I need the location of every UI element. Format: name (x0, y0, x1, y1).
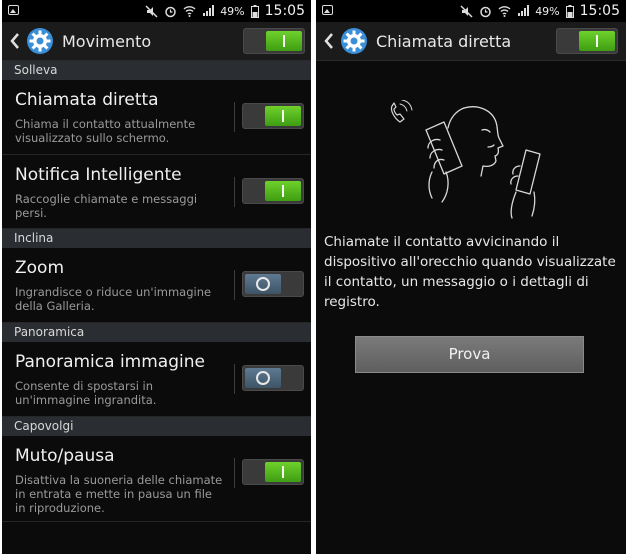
alarm-icon (165, 6, 176, 17)
setting-description: Disattiva la suoneria delle chiamate in … (15, 473, 223, 515)
master-toggle[interactable] (556, 28, 618, 54)
divider (234, 102, 235, 132)
setting-description: Raccoglie chiamate e messaggi persi. (15, 192, 198, 220)
toggle-chiamata-diretta[interactable] (242, 103, 304, 129)
action-bar: Movimento (2, 22, 311, 61)
toggle-panoramica-immagine[interactable] (242, 365, 304, 391)
try-button[interactable]: Prova (355, 336, 584, 373)
back-icon[interactable] (322, 31, 336, 51)
divider (234, 364, 235, 394)
divider (234, 177, 235, 207)
toggle-notifica-intelligente[interactable] (242, 178, 304, 204)
setting-description: Consente di spostarsi in un'immagine ing… (15, 379, 157, 407)
setting-title: Notifica Intelligente (15, 165, 182, 185)
battery-percent: 49% (535, 4, 560, 18)
battery-icon (565, 4, 574, 18)
section-header-panoramica: Panoramica (2, 323, 311, 342)
setting-description: Ingrandisce o riduce un'immagine della G… (15, 285, 212, 313)
battery-icon (250, 4, 259, 18)
left-screen: 49% 15:05 Movimento Solleva Chiamata dir… (2, 0, 311, 554)
setting-item-muto-pausa[interactable]: Muto/pausa Disattiva la suoneria delle c… (2, 436, 311, 522)
setting-title: Muto/pausa (15, 446, 115, 466)
page-title: Movimento (62, 32, 152, 51)
toggle-zoom[interactable] (242, 271, 304, 297)
section-header-inclina: Inclina (2, 229, 311, 248)
gear-icon (27, 28, 53, 54)
image-notification-icon (8, 5, 19, 15)
master-toggle[interactable] (243, 28, 305, 54)
section-header-solleva: Solleva (2, 61, 311, 80)
signal-icon (203, 5, 215, 16)
wifi-icon (183, 6, 196, 17)
status-bar: 49% 15:05 (2, 0, 311, 22)
setting-title: Zoom (15, 258, 65, 278)
setting-item-chiamata-diretta[interactable]: Chiamata diretta Chiama il contatto attu… (2, 80, 311, 155)
mute-icon (145, 4, 158, 18)
right-screen: 49% 15:05 Chiamata diretta Chiamate il c… (316, 0, 626, 554)
signal-icon (518, 5, 530, 16)
mute-icon (460, 4, 473, 18)
clock: 15:05 (579, 3, 620, 19)
divider (234, 270, 235, 300)
battery-percent: 49% (220, 4, 245, 18)
divider (234, 458, 235, 488)
action-bar: Chiamata diretta (316, 22, 626, 61)
setting-item-notifica-intelligente[interactable]: Notifica Intelligente Raccoglie chiamate… (2, 155, 311, 229)
image-notification-icon (322, 5, 333, 15)
setting-item-panoramica-immagine[interactable]: Panoramica immagine Consente di spostars… (2, 342, 311, 417)
section-header-capovolgi: Capovolgi (2, 417, 311, 436)
clock: 15:05 (264, 3, 305, 19)
page-title: Chiamata diretta (376, 32, 512, 51)
setting-title: Chiamata diretta (15, 90, 159, 110)
feature-description: Chiamate il contatto avvicinando il disp… (324, 234, 616, 310)
setting-item-zoom[interactable]: Zoom Ingrandisce o riduce un'immagine de… (2, 248, 311, 323)
wifi-icon (498, 6, 511, 17)
toggle-muto-pausa[interactable] (242, 459, 304, 485)
setting-description: Chiama il contatto attualmente visualizz… (15, 117, 196, 145)
back-icon[interactable] (8, 31, 22, 51)
direct-call-illustration (390, 100, 541, 219)
status-bar: 49% 15:05 (316, 0, 626, 22)
alarm-icon (480, 6, 491, 17)
gear-icon (341, 28, 367, 54)
setting-title: Panoramica immagine (15, 352, 205, 372)
